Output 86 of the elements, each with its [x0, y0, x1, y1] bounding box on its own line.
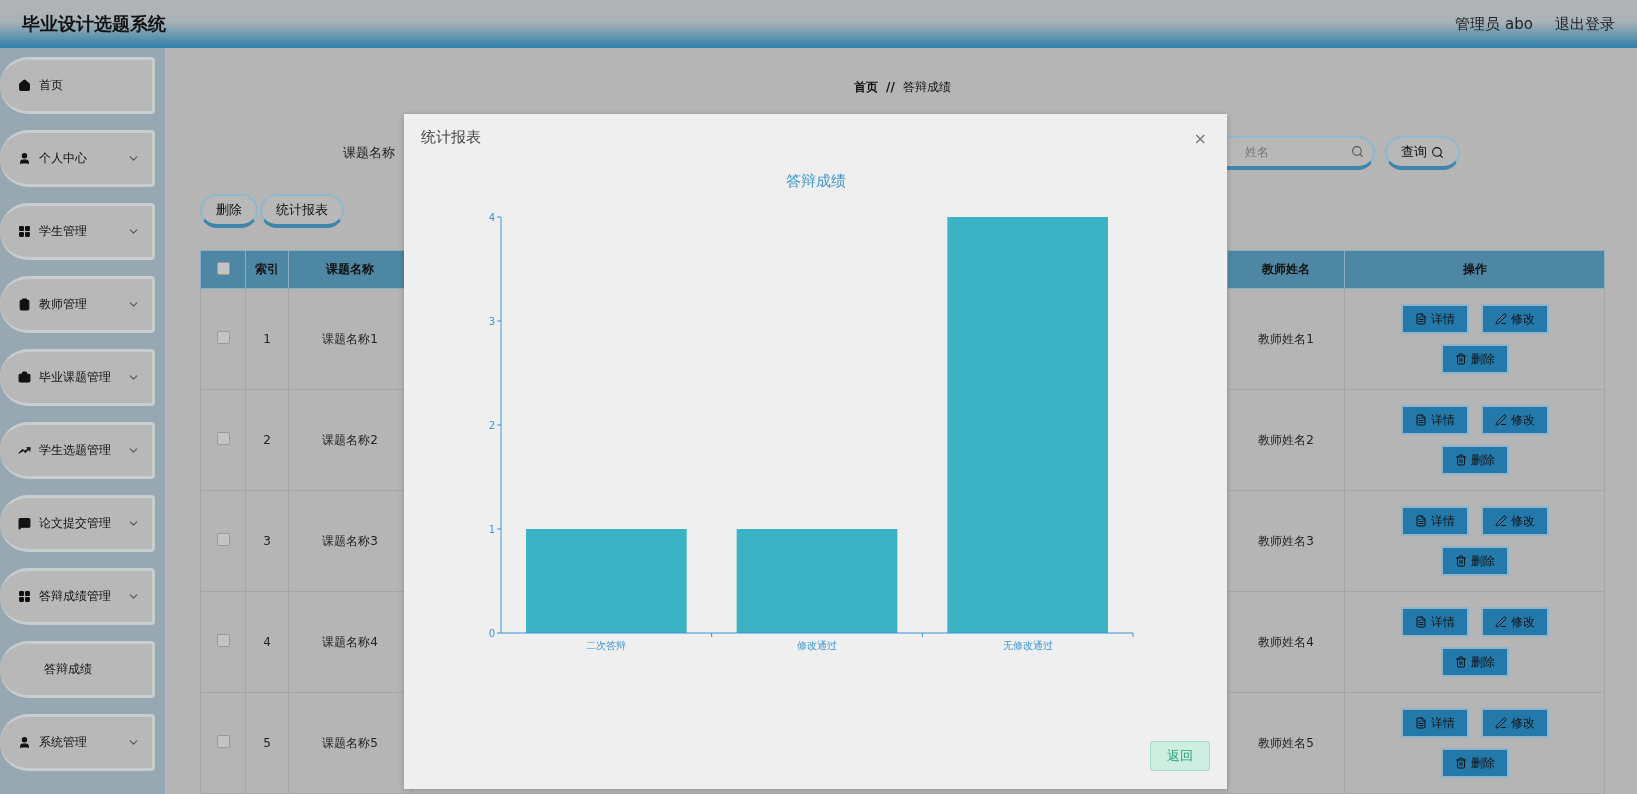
axis-category-label: 修改通过: [797, 640, 837, 651]
table-cell: 1: [245, 288, 289, 390]
user-icon: [18, 152, 31, 165]
logout-link[interactable]: 退出登录: [1555, 14, 1615, 34]
axis-tick-label: 0: [488, 628, 495, 639]
document-icon: [1414, 313, 1427, 325]
grid-icon: [18, 590, 31, 603]
app-title: 毕业设计选题系统: [22, 12, 166, 36]
table-cell: 4: [245, 591, 289, 693]
delete-button[interactable]: 删除: [200, 194, 258, 228]
pen-icon: [1494, 717, 1507, 729]
delete-button[interactable]: 删除: [1440, 546, 1509, 576]
search-icon: [1351, 145, 1364, 158]
pen-icon: [1494, 515, 1507, 527]
edit-button[interactable]: 修改: [1480, 304, 1549, 334]
axis-tick-label: 4: [488, 212, 495, 223]
sidebar-item[interactable]: 首页: [0, 57, 155, 114]
grid-icon: [18, 225, 31, 238]
details-button[interactable]: 详情: [1400, 708, 1469, 738]
query-button[interactable]: 查询: [1385, 136, 1460, 170]
axis-category-label: 二次答辩: [586, 640, 627, 651]
breadcrumb-item[interactable]: 首页: [854, 78, 879, 96]
back-button[interactable]: 返回: [1150, 741, 1210, 771]
sidebar-item[interactable]: 答辩成绩管理: [0, 568, 155, 625]
edit-button[interactable]: 修改: [1480, 607, 1549, 637]
column-header: 操作: [1344, 250, 1605, 289]
delete-button[interactable]: 删除: [1440, 748, 1509, 778]
edit-button[interactable]: 修改: [1480, 405, 1549, 435]
details-button[interactable]: 详情: [1400, 304, 1469, 334]
chart-title: 答辩成绩: [785, 172, 846, 191]
trash-icon: [1454, 353, 1467, 365]
clipboard-icon: [18, 298, 31, 311]
document-icon: [1414, 414, 1427, 426]
chat-icon: [18, 517, 31, 530]
trash-icon: [1454, 454, 1467, 466]
table-cell: 3: [245, 490, 289, 592]
sidebar-item[interactable]: 毕业课题管理: [0, 349, 155, 406]
edit-button[interactable]: 修改: [1480, 506, 1549, 536]
trash-icon: [1454, 757, 1467, 769]
details-button[interactable]: 详情: [1400, 405, 1469, 435]
delete-button[interactable]: 删除: [1440, 344, 1509, 374]
checkbox[interactable]: [216, 735, 230, 748]
checkbox[interactable]: [216, 432, 230, 445]
sidebar-item[interactable]: 系统管理: [0, 714, 155, 771]
trash-icon: [1454, 555, 1467, 567]
briefcase-icon: [18, 371, 31, 384]
column-header: 索引: [245, 250, 289, 289]
pen-icon: [1494, 313, 1507, 325]
sidebar-item[interactable]: 学生管理: [0, 203, 155, 260]
checkbox[interactable]: [216, 331, 230, 344]
axis-tick-label: 3: [488, 316, 495, 327]
table-cell: 5: [245, 692, 289, 794]
checkbox[interactable]: [216, 533, 230, 546]
table-cell: 2: [245, 389, 289, 491]
user-icon: [18, 736, 31, 749]
edit-button[interactable]: 修改: [1480, 708, 1549, 738]
checkbox[interactable]: [216, 261, 230, 275]
chart-icon: [18, 444, 31, 457]
axis-category-label: 无修改通过: [1002, 640, 1053, 651]
sidebar-item[interactable]: 教师管理: [0, 276, 155, 333]
details-button[interactable]: 详情: [1400, 506, 1469, 536]
submenu-item[interactable]: 答辩成绩: [0, 641, 155, 698]
delete-button[interactable]: 删除: [1440, 445, 1509, 475]
field-label: 课题名称: [343, 144, 395, 162]
search-icon: [1431, 145, 1444, 159]
document-icon: [1414, 515, 1427, 527]
dialog-title: 统计报表: [421, 128, 481, 148]
breadcrumb-item: 答辩成绩: [902, 78, 951, 96]
document-icon: [1414, 717, 1427, 729]
sidebar-item[interactable]: 论文提交管理: [0, 495, 155, 552]
sidebar-item[interactable]: 学生选题管理: [0, 422, 155, 479]
column-header: 教师姓名: [1227, 250, 1345, 289]
user-label: 管理员 abo: [1455, 14, 1533, 34]
pen-icon: [1494, 414, 1507, 426]
delete-button[interactable]: 删除: [1440, 647, 1509, 677]
trash-icon: [1454, 656, 1467, 668]
breadcrumb-separator: //: [886, 80, 895, 94]
report-button[interactable]: 统计报表: [260, 194, 344, 228]
home-icon: [18, 79, 31, 92]
sidebar-item[interactable]: 个人中心: [0, 130, 155, 187]
details-button[interactable]: 详情: [1400, 607, 1469, 637]
axis-tick-label: 2: [488, 420, 495, 431]
axis-tick-label: 1: [488, 524, 495, 535]
document-icon: [1414, 616, 1427, 628]
checkbox[interactable]: [216, 634, 230, 647]
pen-icon: [1494, 616, 1507, 628]
